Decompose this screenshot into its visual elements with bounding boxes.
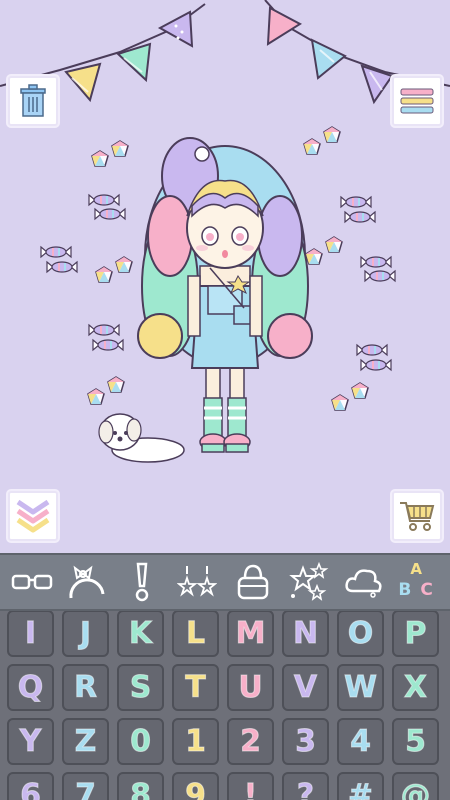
letter-item-glyph: J xyxy=(79,616,92,652)
letter-item-glyph: T xyxy=(185,670,206,706)
letter-item-key[interactable]: 7 xyxy=(62,772,109,800)
letter-item-glyph: 6 xyxy=(20,778,42,800)
tool-earrings[interactable] xyxy=(175,560,219,604)
letter-item-key[interactable]: Q xyxy=(7,664,54,711)
tool-cloud[interactable] xyxy=(341,560,385,604)
tool-letters[interactable]: A B C xyxy=(396,560,440,604)
letter-item-glyph: V xyxy=(293,670,318,706)
letter-item-glyph: O xyxy=(347,616,374,652)
abc-letters-icon: A B C xyxy=(396,560,440,604)
letter-item-key[interactable]: Y xyxy=(7,718,54,765)
letter-item-glyph: # xyxy=(347,778,374,800)
letter-item-key[interactable]: W xyxy=(337,664,384,711)
letter-item-glyph: L xyxy=(185,616,206,652)
letter-item-grid: I J K L M N O P Q R S T U V W X Y Z 0 1 2 3 4 5 6 7 8 9!? # @ xyxy=(0,611,450,800)
letter-item-glyph: @ xyxy=(400,778,431,800)
letter-item-key[interactable]: S xyxy=(117,664,164,711)
letter-item-key[interactable]: I xyxy=(7,611,54,657)
tool-headband[interactable] xyxy=(65,560,109,604)
letter-item-key[interactable]: # xyxy=(337,772,384,800)
glasses-icon xyxy=(11,574,52,590)
letter-item-glyph: X xyxy=(403,670,428,706)
letter-item-key[interactable]: T xyxy=(172,664,219,711)
letter-item-glyph: 3 xyxy=(295,724,317,760)
letter-item-key[interactable]: M xyxy=(227,611,274,657)
letter-item-key[interactable]: Z xyxy=(62,718,109,765)
letter-item-glyph: ? xyxy=(296,778,315,800)
letter-item-glyph: I xyxy=(24,616,37,652)
tool-necklace[interactable] xyxy=(120,560,164,604)
dressup-stage xyxy=(0,0,450,553)
letter-item-key[interactable]: 1 xyxy=(172,718,219,765)
letter-item-glyph: Q xyxy=(17,670,44,706)
letter-item-glyph: K xyxy=(128,616,153,652)
tool-bag[interactable] xyxy=(231,560,275,604)
letter-item-glyph: Y xyxy=(19,724,42,760)
letter-item-glyph: Z xyxy=(74,724,97,760)
letter-item-key[interactable]: 4 xyxy=(337,718,384,765)
necklace-icon xyxy=(135,562,149,602)
bag-icon xyxy=(237,564,268,600)
letter-item-key[interactable]: O xyxy=(337,611,384,657)
letter-item-key[interactable]: ! xyxy=(227,772,274,800)
letter-item-glyph: R xyxy=(73,670,98,706)
letter-item-glyph: P xyxy=(404,616,427,652)
letter-item-glyph: S xyxy=(129,670,152,706)
letter-item-key[interactable]: N xyxy=(282,611,329,657)
letter-item-key[interactable]: 9 xyxy=(172,772,219,800)
letter-item-key[interactable]: K xyxy=(117,611,164,657)
letter-item-glyph: U xyxy=(238,670,263,706)
tool-glasses[interactable] xyxy=(10,560,54,604)
category-toolbar: A B C xyxy=(0,553,450,611)
letter-item-key[interactable]: V xyxy=(282,664,329,711)
letter-item-key[interactable]: 6 xyxy=(7,772,54,800)
letter-item-key[interactable]: U xyxy=(227,664,274,711)
letter-item-key[interactable]: @ xyxy=(392,772,439,800)
tool-stars[interactable] xyxy=(286,560,330,604)
letter-item-key[interactable]: 3 xyxy=(282,718,329,765)
letter-item-key[interactable]: X xyxy=(392,664,439,711)
abc-letter-c: C xyxy=(420,580,433,600)
letter-item-glyph: 9 xyxy=(185,778,207,800)
letter-item-key[interactable]: J xyxy=(62,611,109,657)
letter-item-glyph: 8 xyxy=(130,778,152,800)
earrings-icon xyxy=(177,566,218,597)
letter-item-glyph: N xyxy=(292,616,319,652)
puppy xyxy=(98,413,185,463)
letter-item-glyph: M xyxy=(235,616,266,652)
headband-icon xyxy=(69,565,105,599)
letter-item-glyph: 0 xyxy=(130,724,152,760)
letter-item-glyph: 4 xyxy=(350,724,372,760)
letter-item-glyph: 5 xyxy=(405,724,427,760)
letter-item-key[interactable]: L xyxy=(172,611,219,657)
letter-item-key[interactable]: P xyxy=(392,611,439,657)
stars-icon xyxy=(289,562,329,601)
letter-item-glyph: 2 xyxy=(240,724,262,760)
letter-item-glyph: 7 xyxy=(75,778,97,800)
letter-item-key[interactable]: 2 xyxy=(227,718,274,765)
abc-letter-b: B xyxy=(398,580,412,600)
letter-item-glyph: ! xyxy=(243,778,258,800)
letter-item-key[interactable]: 0 xyxy=(117,718,164,765)
cloud-icon xyxy=(345,569,382,598)
letter-item-key[interactable]: 8 xyxy=(117,772,164,800)
letter-item-key[interactable]: R xyxy=(62,664,109,711)
letter-item-key[interactable]: ? xyxy=(282,772,329,800)
letter-item-glyph: 1 xyxy=(185,724,207,760)
letter-item-key[interactable]: 5 xyxy=(392,718,439,765)
letter-item-glyph: W xyxy=(343,670,378,706)
abc-letter-a: A xyxy=(410,560,422,578)
